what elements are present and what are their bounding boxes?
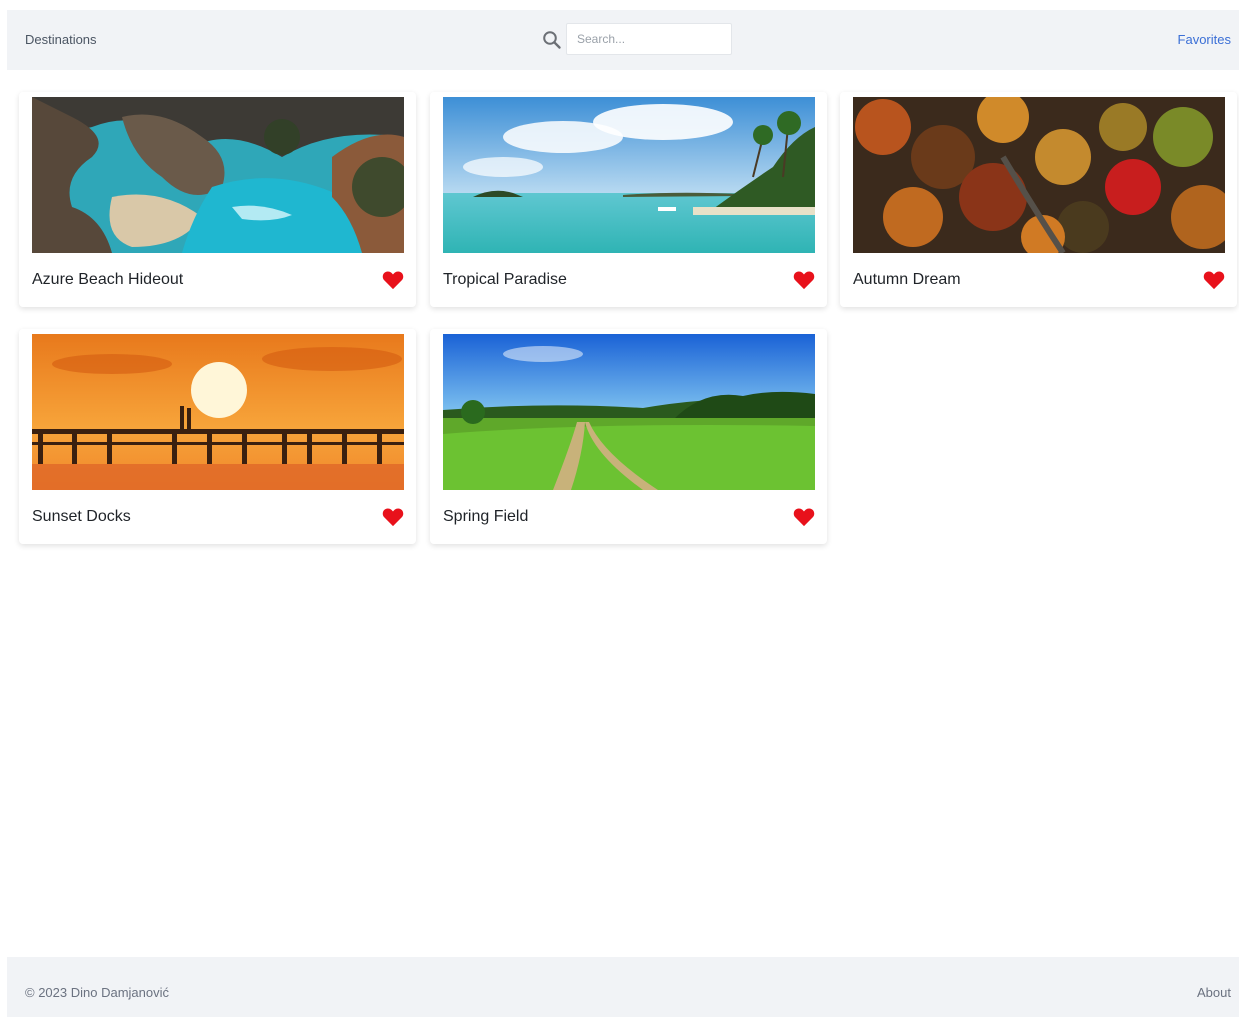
destination-card[interactable]: Spring Field [430,329,827,544]
destination-title: Autumn Dream [853,271,961,288]
destination-card[interactable]: Sunset Docks [19,329,416,544]
about-link[interactable]: About [1197,985,1231,1000]
destination-image [853,97,1225,253]
destination-image [443,97,815,253]
destination-image [32,334,404,490]
destination-title: Sunset Docks [32,508,131,525]
brand-link[interactable]: Destinations [25,32,97,47]
heart-icon[interactable] [382,270,404,290]
destination-image [32,97,404,253]
heart-icon[interactable] [793,270,815,290]
heart-icon[interactable] [1203,270,1225,290]
favorites-link[interactable]: Favorites [1178,32,1231,47]
destination-card[interactable]: Tropical Paradise [430,92,827,307]
search-icon [543,31,561,49]
footer: © 2023 Dino Damjanović About [7,957,1239,1017]
top-navbar: Destinations Favorites [7,10,1239,70]
copyright-text: © 2023 Dino Damjanović [25,985,169,1000]
destination-card[interactable]: Azure Beach Hideout [19,92,416,307]
destination-title: Tropical Paradise [443,271,567,288]
search-bar [542,23,742,57]
destination-title: Spring Field [443,508,529,525]
heart-icon[interactable] [382,507,404,527]
destination-image [443,334,815,490]
destination-title: Azure Beach Hideout [32,271,184,288]
heart-icon[interactable] [793,507,815,527]
destination-card[interactable]: Autumn Dream [840,92,1237,307]
search-input[interactable] [566,23,732,55]
